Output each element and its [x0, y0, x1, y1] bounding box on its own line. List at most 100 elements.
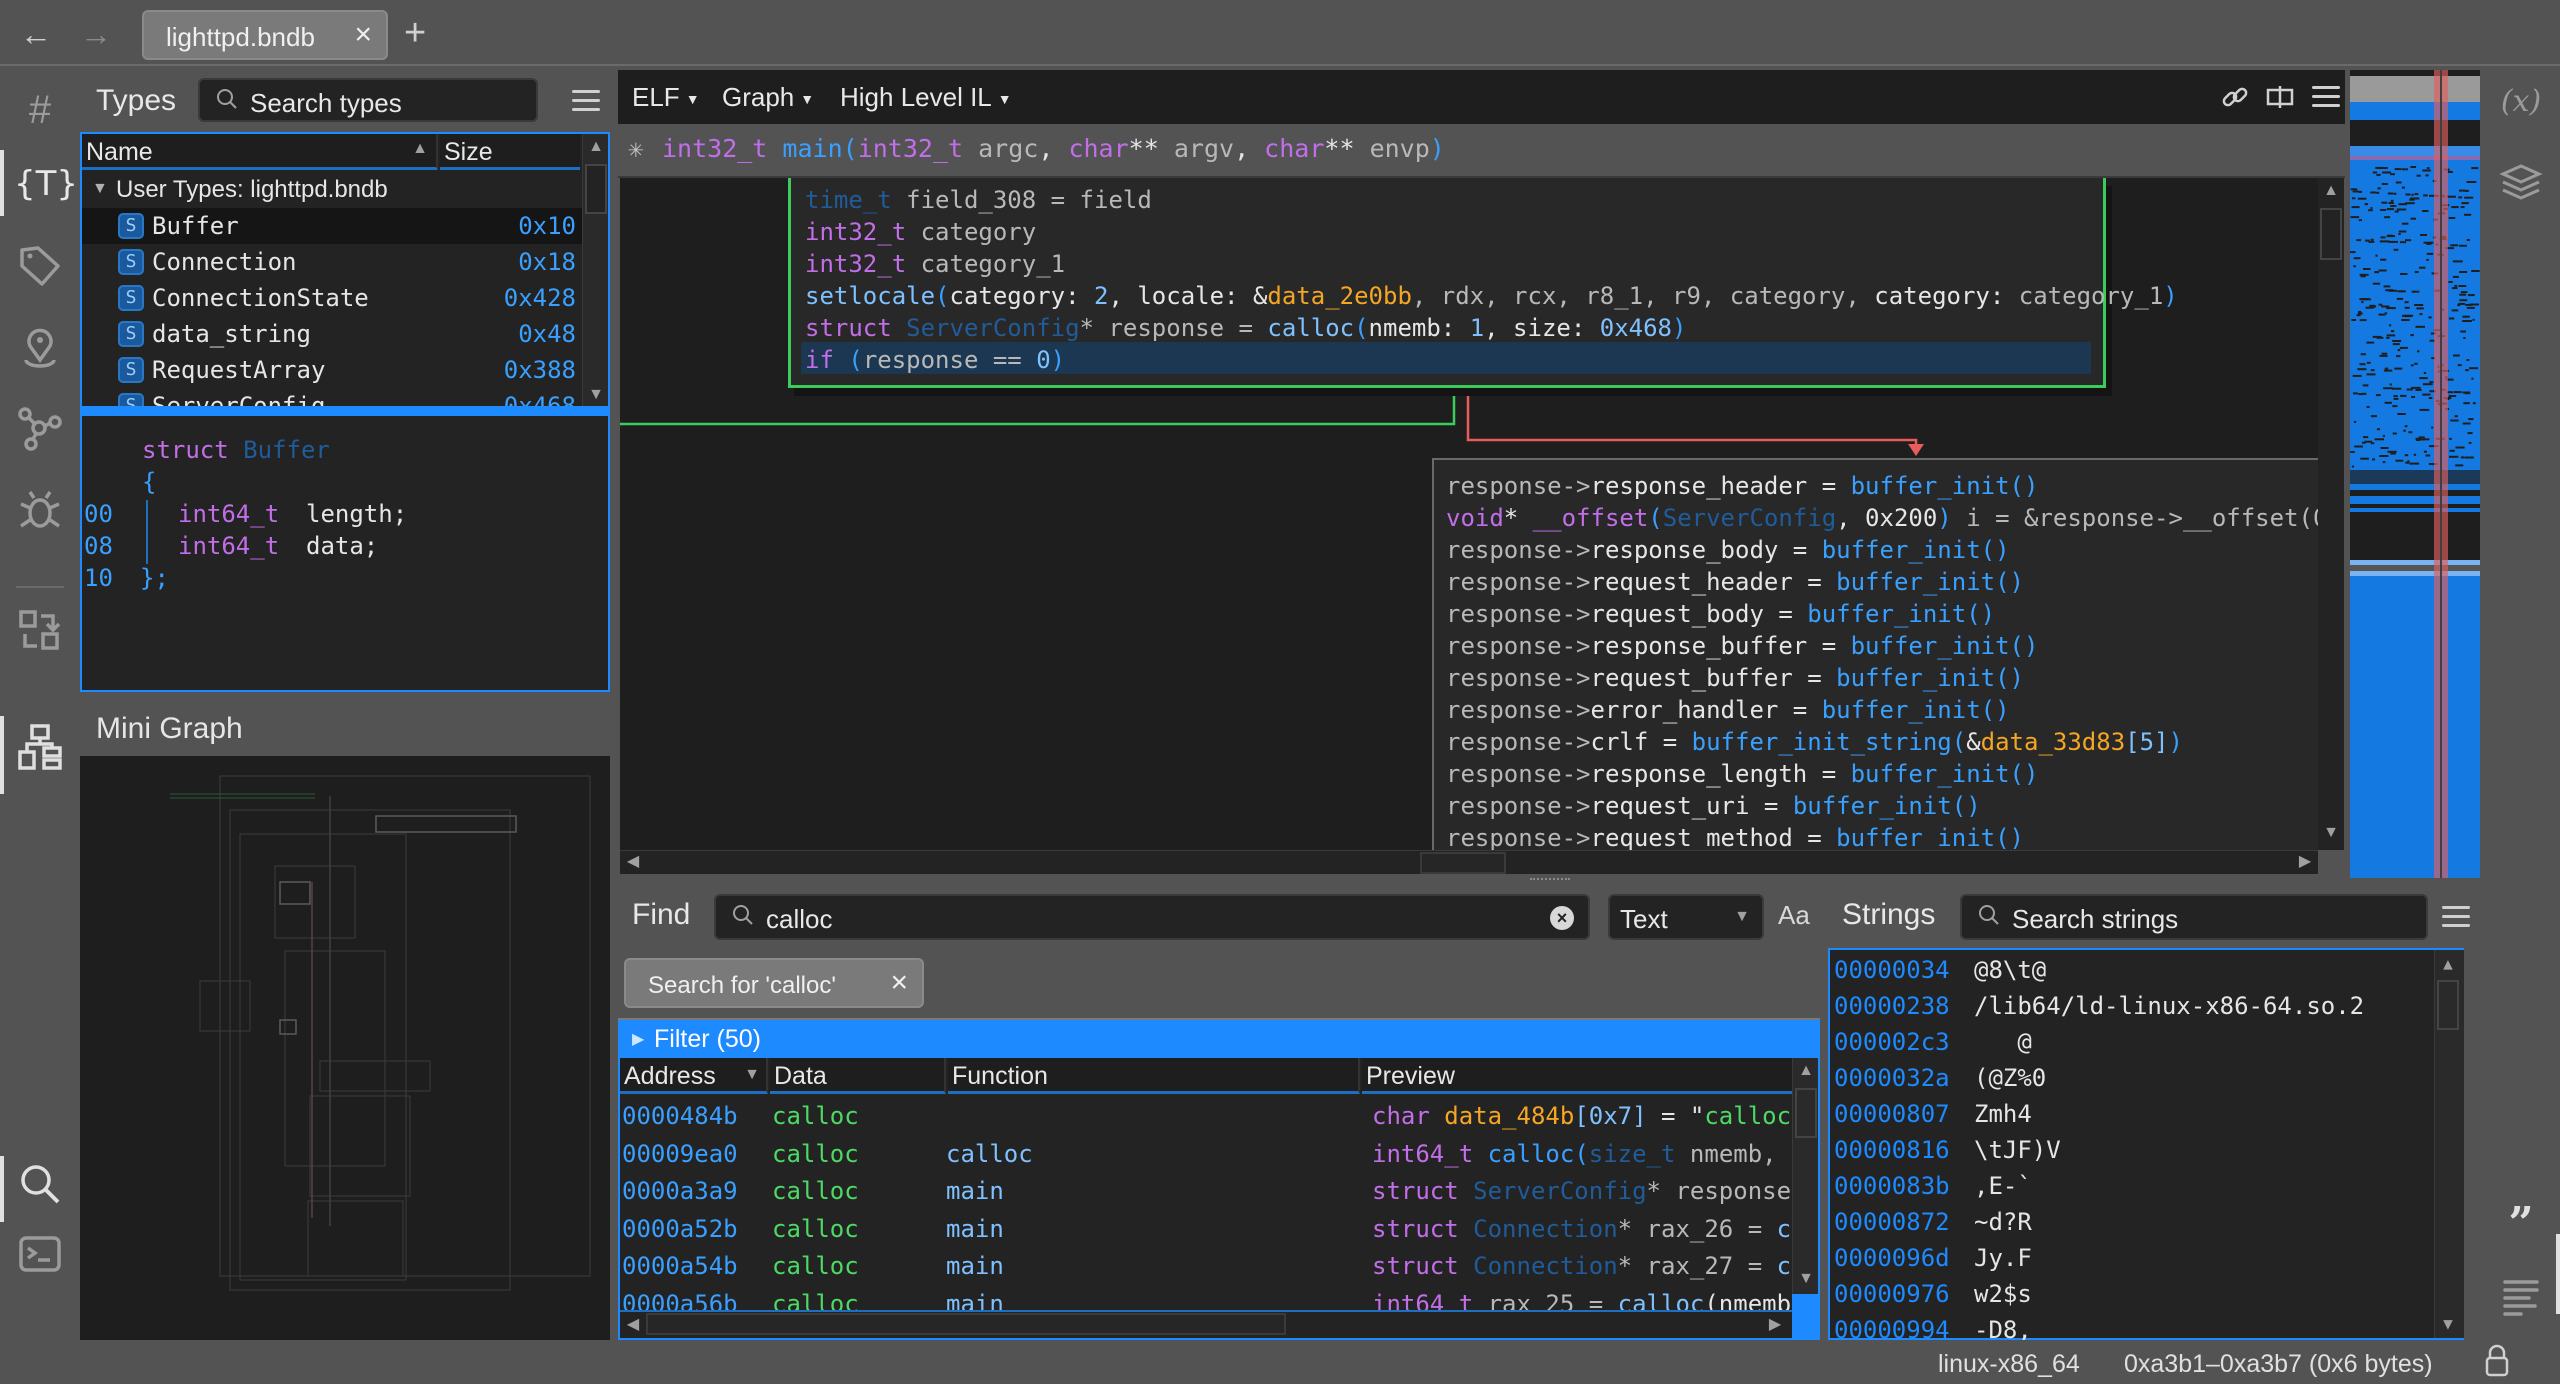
result-address[interactable]: 0000a54b: [622, 1252, 738, 1280]
string-address[interactable]: 00000807: [1834, 1100, 1950, 1128]
column-header-size[interactable]: Size: [440, 134, 580, 170]
menu-icon[interactable]: [2312, 86, 2340, 110]
code-line[interactable]: setlocale(category: 2, locale: &data_2e0…: [805, 282, 2178, 310]
string-address[interactable]: 00000238: [1834, 992, 1950, 1020]
type-token[interactable]: ServerConfig: [906, 314, 1079, 342]
column-header-function[interactable]: Function: [948, 1058, 1360, 1094]
scroll-right-icon[interactable]: ▶: [2294, 851, 2316, 873]
string-address[interactable]: 00000034: [1834, 956, 1950, 984]
code-line[interactable]: struct ServerConfig* response = calloc(n…: [805, 314, 1686, 342]
code-line[interactable]: response->response_body = buffer_init(): [1446, 536, 2010, 564]
code-line[interactable]: void* __offset(ServerConfig, 0x200) i = …: [1446, 504, 2318, 532]
search-icon[interactable]: [14, 1162, 66, 1214]
find-mode-select[interactable]: Text ▼: [1608, 894, 1764, 940]
scroll-up-icon[interactable]: ▲: [585, 138, 607, 160]
scroll-up-icon[interactable]: ▲: [2437, 954, 2459, 976]
string-address[interactable]: 0000032a: [1834, 1064, 1950, 1092]
find-input[interactable]: calloc ×: [714, 894, 1590, 940]
basic-block[interactable]: time_t field_308 = field int32_t categor…: [788, 178, 2178, 388]
field-row[interactable]: 08 int64_t data;: [84, 532, 378, 560]
lock-icon[interactable]: [2484, 1344, 2510, 1384]
data-symbol[interactable]: data_2e0bb: [1267, 282, 1412, 310]
graph-horizontal-scrollbar[interactable]: ◀ ▶: [620, 850, 2318, 874]
hash-icon[interactable]: #: [14, 84, 66, 136]
type-group-row[interactable]: ▼ User Types: lighttpd.bndb: [82, 172, 582, 208]
type-row[interactable]: Sdata_string 0x48: [82, 316, 582, 352]
bug-icon[interactable]: [14, 488, 66, 540]
result-function[interactable]: main: [946, 1177, 1004, 1205]
string-address[interactable]: 0000096d: [1834, 1244, 1950, 1272]
find-result-row[interactable]: 0000a3a9 calloc main struct ServerConfig* r…: [620, 1173, 1804, 1211]
scroll-right-icon[interactable]: ▶: [1764, 1314, 1786, 1336]
result-function[interactable]: calloc: [946, 1140, 1033, 1168]
minigraph-canvas[interactable]: [80, 756, 610, 1340]
string-row[interactable]: 00000034 @8\t@: [1834, 956, 2430, 992]
plus-icon[interactable]: +: [404, 12, 426, 55]
string-row[interactable]: 00000238/lib64/ld-linux-x86-64.so.2: [1834, 992, 2430, 1028]
type-row[interactable]: S ConnectionState 0x428: [82, 280, 582, 316]
find-result-row[interactable]: 0000484b calloc char data_484b[0x7] = "cal…: [620, 1098, 1804, 1136]
clear-icon[interactable]: ×: [1550, 906, 1574, 930]
close-icon[interactable]: ×: [890, 966, 908, 1000]
hierarchy-icon[interactable]: [14, 724, 66, 776]
layers-icon[interactable]: [2496, 162, 2546, 211]
data-symbol[interactable]: data_33d83: [1981, 728, 2126, 756]
result-function[interactable]: main: [946, 1252, 1004, 1280]
result-address[interactable]: 0000a52b: [622, 1215, 738, 1243]
filter-toggle[interactable]: ▶ Filter (50): [618, 1018, 1820, 1058]
string-row[interactable]: 00000872 ~d?R: [1834, 1208, 2430, 1244]
call-name[interactable]: setlocale: [805, 282, 935, 310]
location-pin-icon[interactable]: [14, 326, 66, 378]
basic-block[interactable]: response->response_header = buffer_init(…: [1432, 458, 2318, 850]
code-line[interactable]: int32_t category: [805, 218, 1036, 246]
il-level-menu[interactable]: High Level IL ▼: [840, 82, 1012, 113]
quote-icon[interactable]: ”: [2496, 1198, 2546, 1249]
types-scrollbar[interactable]: ▲ ▼: [582, 134, 608, 410]
call-name[interactable]: buffer_init(): [1807, 600, 1995, 628]
function-signature[interactable]: int32_t main(int32_t argc, char** argv, …: [662, 134, 1445, 163]
call-name[interactable]: buffer_init(): [1851, 760, 2039, 788]
arrow-left-icon[interactable]: ←: [16, 14, 56, 54]
platform-status[interactable]: linux-x86_64: [1938, 1350, 2080, 1379]
close-icon[interactable]: ×: [354, 18, 372, 52]
case-sensitive-toggle[interactable]: Aa: [1778, 900, 1810, 931]
scroll-up-icon[interactable]: ▲: [2320, 182, 2342, 204]
graph-vertical-scrollbar[interactable]: ▲ ▼: [2318, 178, 2344, 850]
find-result-row[interactable]: 0000a52b calloc main struct Connection* rax…: [620, 1211, 1804, 1249]
string-row[interactable]: 000002c3 @: [1834, 1028, 2430, 1064]
scroll-down-icon[interactable]: ▼: [585, 386, 607, 408]
call-name[interactable]: buffer_init(): [1836, 824, 2024, 850]
string-row[interactable]: 0000096d Jy.F: [1834, 1244, 2430, 1280]
call-name[interactable]: buffer_init_string(: [1692, 728, 1967, 756]
string-row[interactable]: 0000083b ,E-`: [1834, 1172, 2430, 1208]
feature-map[interactable]: [2350, 70, 2480, 878]
strings-vertical-scrollbar[interactable]: ▲ ▼: [2434, 950, 2460, 1338]
link-icon[interactable]: [2220, 82, 2250, 119]
arrow-right-icon[interactable]: →: [76, 14, 116, 54]
code-line[interactable]: response->error_handler = buffer_init(): [1446, 696, 2010, 724]
scroll-thumb[interactable]: [1420, 852, 1506, 874]
scroll-up-icon[interactable]: ▲: [1795, 1062, 1817, 1084]
code-line[interactable]: response->crlf = buffer_init_string(&dat…: [1446, 728, 2183, 756]
result-address[interactable]: 00009ea0: [622, 1140, 738, 1168]
terminal-icon[interactable]: [14, 1232, 66, 1284]
graph-nodes-icon[interactable]: [14, 406, 66, 458]
find-result-row[interactable]: 00009ea0 calloc calloc int64_t calloc(size_…: [620, 1136, 1804, 1174]
type-token[interactable]: ServerConfig: [1663, 504, 1836, 532]
call-name[interactable]: buffer_init(): [1793, 792, 1981, 820]
types-search-input[interactable]: Search types: [198, 78, 538, 122]
scroll-left-icon[interactable]: ◀: [622, 1314, 644, 1336]
find-result-row[interactable]: 0000a54b calloc main struct Connection* rax…: [620, 1248, 1804, 1286]
code-line[interactable]: time_t field_308 = field: [805, 186, 1152, 214]
string-address[interactable]: 00000816: [1834, 1136, 1950, 1164]
scroll-left-icon[interactable]: ◀: [622, 851, 644, 873]
split-view-icon[interactable]: [2266, 84, 2294, 117]
tab-lighttpd-bndb[interactable]: lighttpd.bndb ×: [142, 10, 388, 60]
type-row[interactable]: S RequestArray 0x388: [82, 352, 582, 388]
call-name[interactable]: calloc: [1267, 314, 1354, 342]
variables-icon[interactable]: (𝑥): [2496, 84, 2546, 119]
menu-icon[interactable]: [2442, 906, 2470, 930]
scroll-thumb[interactable]: [646, 1313, 1286, 1335]
call-name[interactable]: buffer_init(): [1822, 536, 2010, 564]
tag-icon[interactable]: [14, 244, 66, 296]
